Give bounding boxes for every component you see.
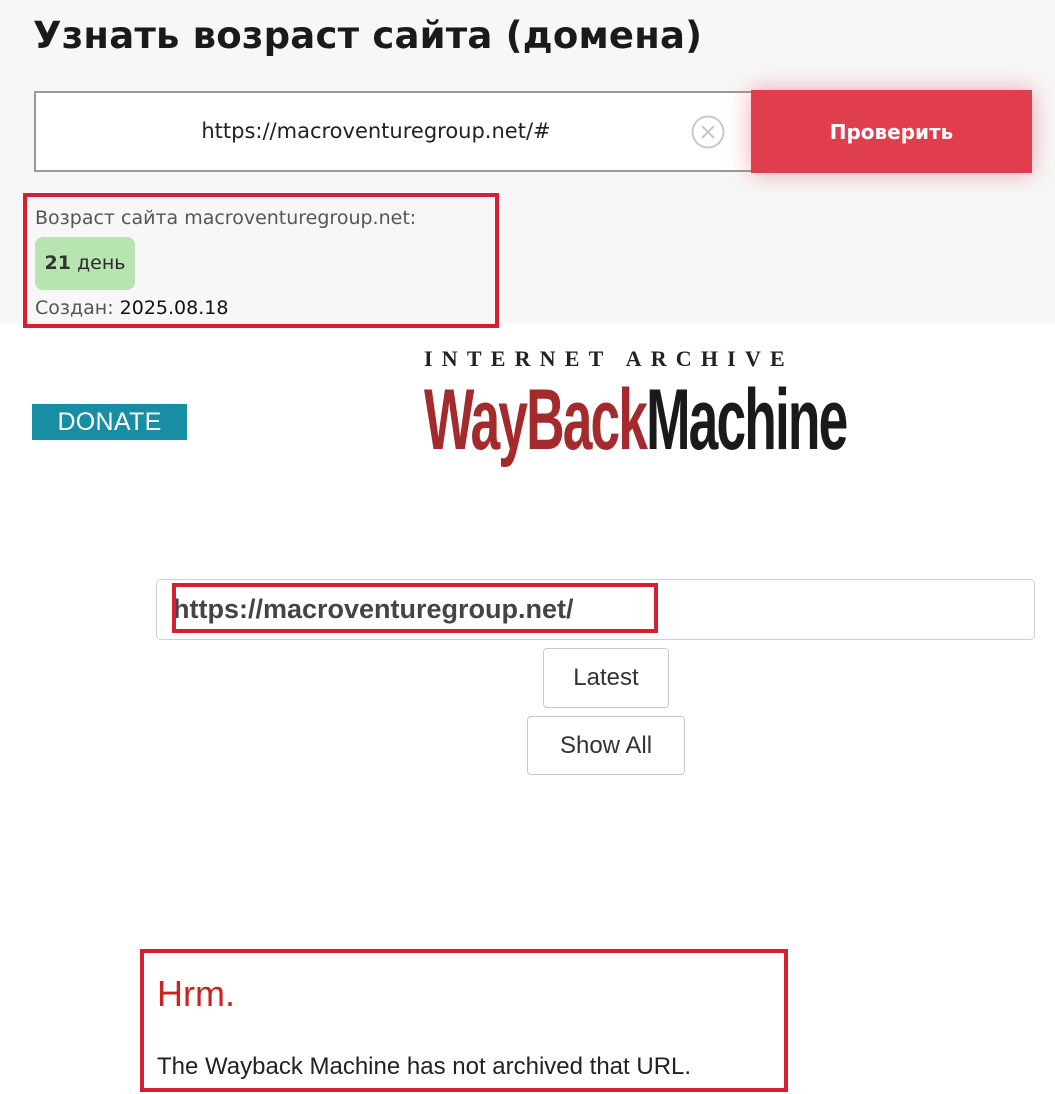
latest-button[interactable]: Latest <box>543 648 669 708</box>
logo-word-machine: Machine <box>646 372 848 468</box>
internet-archive-logo-text: INTERNET ARCHIVE <box>424 346 794 371</box>
show-all-button[interactable]: Show All <box>527 716 685 775</box>
clear-icon[interactable] <box>691 115 725 149</box>
error-title: Hrm. <box>157 973 235 1014</box>
created-label: Создан: <box>35 297 120 319</box>
search-url-highlight <box>172 583 658 633</box>
created-date: 2025.08.18 <box>119 297 229 319</box>
error-message: The Wayback Machine has not archived tha… <box>157 1053 692 1080</box>
donate-button[interactable]: DONATE <box>32 404 187 440</box>
check-button[interactable]: Проверить <box>751 90 1032 173</box>
created-row: Создан: 2025.08.18 <box>35 297 228 319</box>
logo-word-wayback: WayBack <box>424 372 648 468</box>
page-title: Узнать возраст сайта (домена) <box>33 14 703 57</box>
age-result-highlight: Возраст сайта macroventuregroup.net: 21 … <box>23 193 499 328</box>
url-input[interactable]: https://macroventuregroup.net/# <box>34 91 754 172</box>
url-input-value: https://macroventuregroup.net/# <box>201 119 551 143</box>
age-label: Возраст сайта macroventuregroup.net: <box>35 207 417 229</box>
age-number: 21 <box>44 252 71 274</box>
wayback-machine-logo[interactable]: WayBackMachine <box>424 372 848 468</box>
error-highlight: Hrm. The Wayback Machine has not archive… <box>140 949 788 1092</box>
age-badge: 21 день <box>35 237 135 290</box>
age-unit: день <box>70 252 126 274</box>
